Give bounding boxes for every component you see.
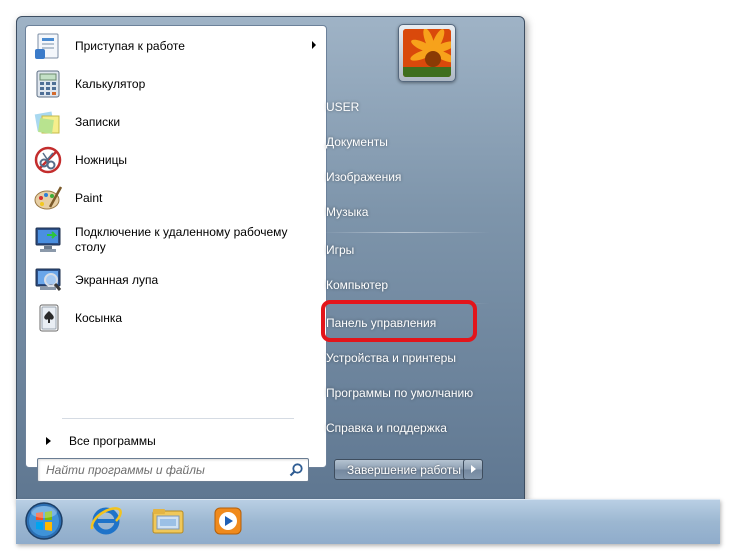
getting-started-icon (32, 30, 64, 62)
right-item-computer[interactable]: Компьютер (318, 273, 486, 297)
right-item-default-programs[interactable]: Программы по умолчанию (318, 381, 486, 405)
user-picture[interactable] (398, 24, 456, 82)
search-icon[interactable] (288, 462, 304, 478)
shutdown-button[interactable]: Завершение работы (334, 459, 474, 480)
right-item-devices-printers[interactable]: Устройства и принтеры (318, 346, 486, 370)
start-orb-icon[interactable] (24, 500, 64, 542)
program-item-sticky-notes[interactable]: Записки (30, 104, 320, 140)
all-programs-button[interactable]: Все программы (38, 428, 308, 454)
program-label: Калькулятор (75, 76, 146, 91)
divider (320, 232, 490, 233)
program-item-calculator[interactable]: Калькулятор (30, 66, 320, 102)
program-label: Косынка (75, 310, 123, 325)
calculator-icon (32, 68, 64, 100)
program-label: Приступая к работе (75, 38, 185, 53)
arrow-right-icon (46, 437, 51, 445)
right-item-music[interactable]: Музыка (318, 200, 486, 224)
program-label: Ножницы (75, 152, 128, 167)
internet-explorer-icon[interactable] (88, 504, 124, 538)
divider (62, 418, 294, 419)
arrow-right-icon (471, 465, 476, 473)
program-item-getting-started[interactable]: Приступая к работе (30, 28, 320, 64)
windows-explorer-icon[interactable] (150, 504, 186, 538)
remote-desktop-icon (32, 224, 64, 256)
program-item-remote-desktop[interactable]: Подключение к удаленному рабочему столу (30, 220, 320, 260)
program-item-solitaire[interactable]: Косынка (30, 300, 320, 336)
flower-avatar-icon (403, 29, 451, 77)
paint-icon (32, 182, 64, 214)
media-player-icon[interactable] (210, 504, 246, 538)
all-programs-label: Все программы (69, 434, 156, 448)
right-item-documents[interactable]: Документы (318, 130, 486, 154)
submenu-arrow-icon (312, 41, 316, 49)
snipping-tool-icon (32, 144, 64, 176)
program-item-paint[interactable]: Paint (30, 180, 320, 216)
right-item-user[interactable]: USER (318, 95, 486, 119)
program-label: Paint (75, 190, 103, 205)
program-item-magnifier[interactable]: Экранная лупа (30, 262, 320, 298)
search-input[interactable] (44, 461, 284, 479)
right-item-games[interactable]: Игры (318, 238, 486, 262)
program-label: Подключение к удаленному рабочему столу (75, 225, 288, 254)
right-item-pictures[interactable]: Изображения (318, 165, 486, 189)
search-box[interactable] (37, 458, 309, 482)
program-label: Экранная лупа (75, 272, 159, 287)
program-item-snipping-tool[interactable]: Ножницы (30, 142, 320, 178)
program-label: Записки (75, 114, 121, 129)
programs-pane: Приступая к работе Калькулятор Записки Н… (25, 25, 327, 468)
right-item-help-support[interactable]: Справка и поддержка (318, 416, 486, 440)
sticky-notes-icon (32, 106, 64, 138)
shutdown-options-button[interactable] (463, 459, 483, 480)
control-panel-highlight (321, 300, 477, 342)
magnifier-icon (32, 264, 64, 296)
solitaire-icon (32, 302, 64, 334)
